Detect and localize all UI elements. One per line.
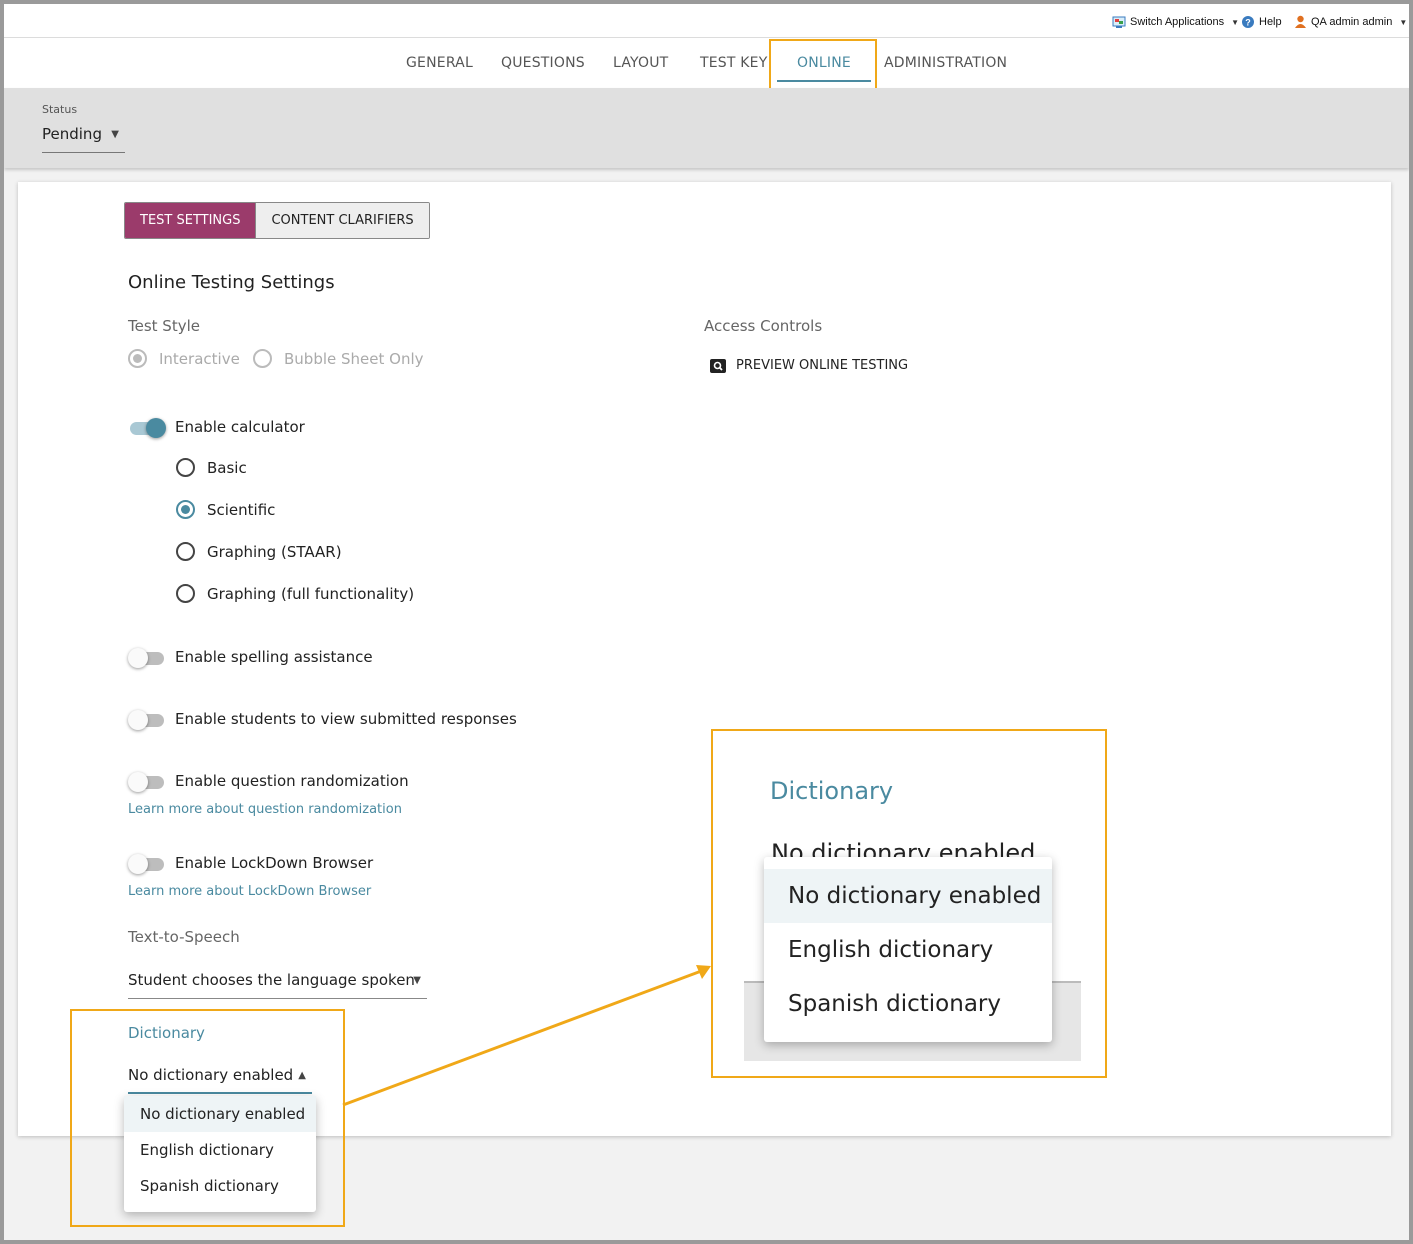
screenshot-frame: Switch Applications ▼ ? Help QA admin ad… bbox=[0, 0, 1413, 1244]
callout-arrow bbox=[342, 965, 711, 1107]
